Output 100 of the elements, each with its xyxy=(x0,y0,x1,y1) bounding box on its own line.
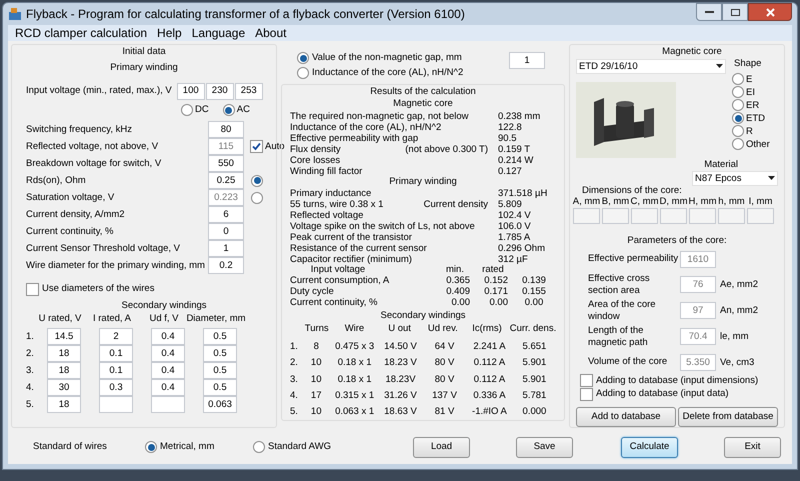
label: Wire diameter for the primary winding, mm xyxy=(26,260,206,270)
input-field[interactable]: 0.4 xyxy=(151,345,185,362)
row-number: 2. xyxy=(26,348,35,358)
radio-button[interactable] xyxy=(732,73,744,86)
column-header: rated xyxy=(482,265,504,276)
action-button[interactable]: Calculate xyxy=(621,436,678,458)
radio-button[interactable] xyxy=(222,104,235,116)
label: Auto xyxy=(265,142,285,152)
checkbox[interactable] xyxy=(580,388,593,401)
section-title: Dimensions of the core: xyxy=(582,186,682,197)
input-field[interactable]: 0.1 xyxy=(99,362,133,379)
input-field[interactable] xyxy=(573,208,600,224)
value: 10 xyxy=(310,358,322,368)
column-header: I rated, A xyxy=(92,314,132,326)
input-field[interactable]: 550 xyxy=(208,155,244,172)
value: 90.5 xyxy=(498,134,518,144)
input-field[interactable]: 76 xyxy=(680,276,716,294)
radio-button[interactable] xyxy=(732,138,744,150)
input-field[interactable]: 0.1 xyxy=(99,345,133,362)
input-field[interactable]: 253 xyxy=(234,82,263,100)
radio-button[interactable] xyxy=(732,86,744,98)
radio-button[interactable] xyxy=(297,52,309,64)
database-button[interactable]: Add to database xyxy=(576,407,676,427)
input-field[interactable]: 5.350 xyxy=(680,354,716,371)
maximize-button[interactable] xyxy=(722,3,748,21)
action-button[interactable]: Load xyxy=(413,436,470,458)
input-field[interactable]: 0.5 xyxy=(203,345,237,362)
column-header: Curr. dens. xyxy=(510,324,556,336)
input-field[interactable] xyxy=(602,208,629,224)
label: Value of the non-magnetic gap, mm xyxy=(312,53,462,63)
input-field[interactable]: 0.25 xyxy=(208,172,244,189)
input-field[interactable]: 2 xyxy=(99,328,133,345)
menu-item[interactable]: RCD clamper calculation xyxy=(15,26,148,39)
label: Voltage spike on the switch of Ls, not above xyxy=(290,222,476,232)
radio-button[interactable] xyxy=(732,112,744,124)
input-field[interactable]: 0 xyxy=(208,223,244,240)
input-field[interactable]: 0.063 xyxy=(203,396,237,413)
value: 64 V xyxy=(434,342,454,352)
input-field[interactable]: 30 xyxy=(47,379,81,396)
label: Core losses xyxy=(290,156,342,166)
label: Rds(on), Ohm xyxy=(26,176,87,186)
value: 312 µF xyxy=(498,254,529,264)
column-header: U rated, V xyxy=(38,314,82,326)
input-field[interactable]: 0.5 xyxy=(203,328,237,345)
close-icon xyxy=(766,8,774,16)
action-button[interactable]: Exit xyxy=(724,436,782,458)
input-field[interactable]: 0.3 xyxy=(99,379,133,396)
database-button[interactable]: Delete from database xyxy=(678,407,778,427)
radio-button[interactable] xyxy=(253,441,265,453)
input-field[interactable]: 18 xyxy=(47,362,81,379)
input-field[interactable]: 1610 xyxy=(680,250,716,268)
action-button[interactable]: Save xyxy=(516,436,574,458)
input-field[interactable]: 70.4 xyxy=(680,328,716,346)
input-field[interactable]: 0.5 xyxy=(203,379,237,396)
row-number: 5. xyxy=(26,400,35,410)
radio-button[interactable] xyxy=(297,67,309,79)
core-dropdown[interactable]: ETD 29/16/10 xyxy=(576,58,726,74)
input-field[interactable]: 230 xyxy=(206,82,234,100)
value: 0.214 W xyxy=(498,156,534,166)
input-field[interactable]: 97 xyxy=(680,302,716,320)
input-field[interactable]: 1 xyxy=(509,52,545,69)
checkbox[interactable] xyxy=(26,282,39,296)
input-field[interactable]: 0.4 xyxy=(151,379,185,396)
input-field[interactable]: 0.4 xyxy=(151,362,185,379)
input-field[interactable] xyxy=(99,396,133,413)
input-field[interactable] xyxy=(660,208,687,224)
checkbox[interactable] xyxy=(580,374,593,388)
value: 0.127 xyxy=(498,166,523,176)
label: Effective cross section area xyxy=(588,272,651,297)
value: 0.171 xyxy=(484,287,508,298)
close-button[interactable] xyxy=(748,3,792,21)
menu-item[interactable]: About xyxy=(255,26,286,39)
radio-button[interactable] xyxy=(145,441,157,453)
menu-item[interactable]: Help xyxy=(157,26,182,39)
input-field[interactable]: 100 xyxy=(176,82,205,100)
input-field[interactable]: 18 xyxy=(47,345,81,362)
label: Ae, mm2 xyxy=(720,280,758,290)
input-field[interactable] xyxy=(718,208,745,224)
input-field[interactable] xyxy=(631,208,658,224)
minimize-button[interactable] xyxy=(696,3,722,21)
radio-button[interactable] xyxy=(732,99,744,112)
radio-button[interactable] xyxy=(732,125,744,138)
material-dropdown[interactable]: N87 Epcos xyxy=(692,170,778,186)
input-field[interactable]: 6 xyxy=(208,206,244,223)
input-field[interactable] xyxy=(689,208,716,224)
column-header: A, mm xyxy=(572,196,600,208)
input-field[interactable]: 1 xyxy=(208,240,244,257)
row-number: 1. xyxy=(26,332,35,342)
label: Effective permeability with gap xyxy=(290,134,420,144)
input-field[interactable] xyxy=(151,396,185,413)
input-field[interactable]: 0.5 xyxy=(203,362,237,379)
menu-item[interactable]: Language xyxy=(192,26,246,39)
radio-button[interactable] xyxy=(181,104,193,116)
input-field[interactable] xyxy=(747,208,774,224)
input-field[interactable]: 14.5 xyxy=(47,328,81,345)
radio-button[interactable] xyxy=(251,174,263,186)
input-field[interactable]: 0.4 xyxy=(151,328,185,345)
input-field[interactable]: 80 xyxy=(208,121,244,138)
input-field[interactable]: 0.2 xyxy=(208,257,244,274)
input-field[interactable]: 18 xyxy=(47,396,81,413)
